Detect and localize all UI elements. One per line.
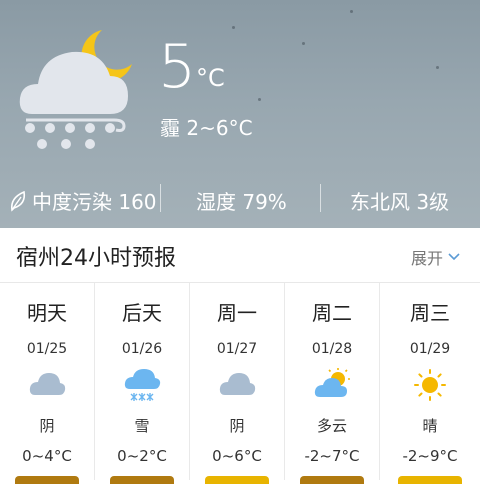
current-temperature: 5 <box>158 32 197 102</box>
day-temperature-range: -2~9°C <box>402 447 458 465</box>
forecast-day[interactable]: 周一 01/27 阴 0~6°C <box>190 283 285 484</box>
humidity-stat: 湿度 79% <box>196 186 287 215</box>
haze-dot <box>350 10 353 13</box>
wind-text: 东北风 3级 <box>350 190 450 214</box>
haze-dot <box>232 26 235 29</box>
day-name: 周三 <box>410 301 450 325</box>
day-temperature-bar <box>398 476 462 484</box>
day-condition: 雪 <box>134 417 150 435</box>
day-condition: 阴 <box>39 417 55 435</box>
forecast-day[interactable]: 周二 01/28 多云 -2~7°C <box>285 283 380 484</box>
day-temperature-range: -2~7°C <box>304 447 360 465</box>
divider <box>160 184 161 212</box>
cloud-moon-snow-icon <box>19 30 132 149</box>
chevron-down-icon <box>448 253 460 261</box>
cloud-icon <box>219 373 256 395</box>
day-name: 周二 <box>312 301 352 325</box>
forecast-title: 宿州24小时预报 <box>16 246 176 271</box>
day-date: 01/28 <box>311 341 353 357</box>
day-temperature-range: 0~4°C <box>22 447 72 465</box>
day-temperature-range: 0~2°C <box>117 447 167 465</box>
forecast-day[interactable]: 明天 01/25 阴 0~4°C <box>0 283 95 484</box>
expand-button[interactable]: 展开 <box>411 245 460 269</box>
day-temperature-bar <box>15 476 79 484</box>
pollution-stat[interactable]: 中度污染 160 <box>8 186 157 215</box>
forecast-day[interactable]: 周三 01/29 晴 -2~9°C <box>380 283 480 484</box>
forecast-header: 宿州24小时预报 展开 <box>0 228 480 283</box>
divider <box>320 184 321 212</box>
day-date: 01/25 <box>26 341 68 357</box>
cloud-icon <box>29 373 66 395</box>
day-temperature-bar <box>300 476 364 484</box>
forecast-days: 明天 01/25 阴 0~4°C 后天 01/26 雪 0~2°C 周一 01/… <box>0 283 480 484</box>
weather-stats: 中度污染 160 湿度 79% 东北风 3级 <box>0 180 480 218</box>
haze-dot <box>436 66 439 69</box>
snow-icon <box>124 369 161 401</box>
humidity-text: 湿度 79% <box>196 190 287 214</box>
leaf-icon <box>10 190 26 212</box>
haze-dot <box>258 98 261 101</box>
current-weather-panel: 5 °C 霾 2~6°C 中度污染 160 湿度 79% 东北风 3级 <box>0 0 480 228</box>
haze-dot <box>302 42 305 45</box>
day-date: 01/27 <box>216 341 258 357</box>
day-name: 周一 <box>217 301 257 325</box>
day-condition: 阴 <box>229 417 245 435</box>
day-temperature-bar <box>205 476 269 484</box>
day-name: 后天 <box>122 301 162 325</box>
pollution-text: 中度污染 160 <box>32 190 157 214</box>
day-name: 明天 <box>27 301 67 325</box>
day-condition: 晴 <box>422 417 438 435</box>
day-condition: 多云 <box>316 417 347 435</box>
temperature-unit: °C <box>196 64 225 92</box>
wind-stat: 东北风 3级 <box>350 186 449 215</box>
partly-cloudy-icon <box>314 368 350 397</box>
weather-description: 霾 2~6°C <box>160 116 253 140</box>
day-date: 01/29 <box>409 341 451 357</box>
expand-label: 展开 <box>410 249 443 268</box>
day-date: 01/26 <box>121 341 163 357</box>
day-temperature-bar <box>110 476 174 484</box>
forecast-day[interactable]: 后天 01/26 雪 0~2°C <box>95 283 190 484</box>
day-temperature-range: 0~6°C <box>212 447 262 465</box>
sun-icon <box>414 369 446 401</box>
forecast-panel: 宿州24小时预报 展开 明天 01/25 阴 0~4°C 后天 01/26 雪 … <box>0 228 480 484</box>
